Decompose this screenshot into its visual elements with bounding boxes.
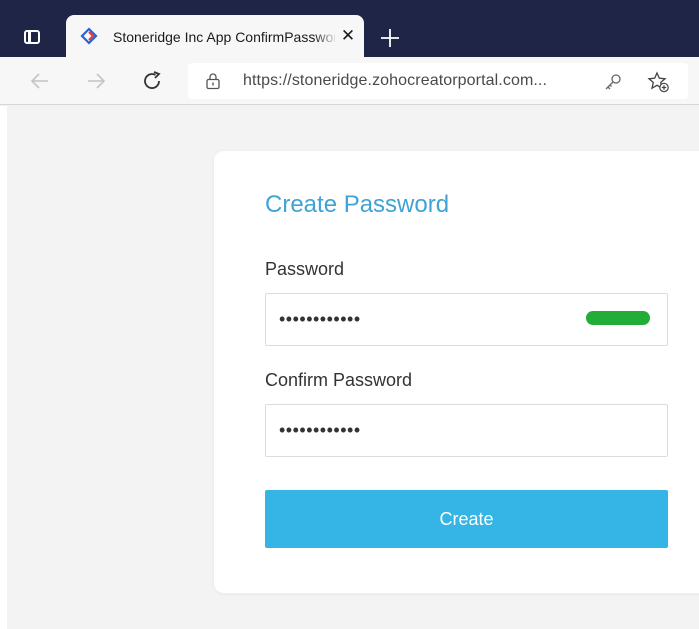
address-bar[interactable]: https://stoneridge.zohocreatorportal.com… [188, 63, 688, 99]
url-text[interactable]: https://stoneridge.zohocreatorportal.com… [243, 72, 547, 90]
confirm-password-value: •••••••••••• [279, 420, 361, 440]
arrow-right-icon[interactable] [84, 69, 108, 93]
plus-icon[interactable] [376, 24, 404, 52]
create-password-card: Create Password Password •••••••••••• Co… [214, 151, 699, 593]
page-content: Create Password Password •••••••••••• Co… [0, 106, 699, 629]
confirm-password-label: Confirm Password [265, 370, 413, 390]
browser-toolbar: https://stoneridge.zohocreatorportal.com… [0, 57, 699, 105]
tab-title-fade [314, 25, 338, 47]
password-label: Password [265, 259, 345, 279]
close-icon[interactable]: ✕ [338, 26, 358, 46]
arrow-left-icon[interactable] [28, 69, 52, 93]
zoho-creator-icon [80, 27, 98, 45]
create-button[interactable]: Create [265, 490, 668, 548]
star-add-icon[interactable] [646, 70, 670, 94]
key-icon[interactable] [602, 71, 624, 93]
confirm-password-field[interactable]: •••••••••••• [265, 404, 668, 457]
password-field[interactable]: •••••••••••• [265, 293, 668, 346]
tab-actions-icon[interactable] [20, 25, 44, 49]
form-title: Create Password [265, 191, 450, 218]
page-edge [0, 106, 7, 629]
tab-strip: Stoneridge Inc App ConfirmPassword ✕ [0, 0, 699, 57]
password-value: •••••••••••• [279, 309, 361, 329]
tab-title: Stoneridge Inc App ConfirmPassword [113, 29, 335, 45]
reload-icon[interactable] [140, 69, 164, 93]
browser-tab[interactable]: Stoneridge Inc App ConfirmPassword ✕ [66, 15, 364, 57]
lock-icon[interactable] [204, 72, 222, 90]
password-strength-indicator [586, 311, 650, 325]
